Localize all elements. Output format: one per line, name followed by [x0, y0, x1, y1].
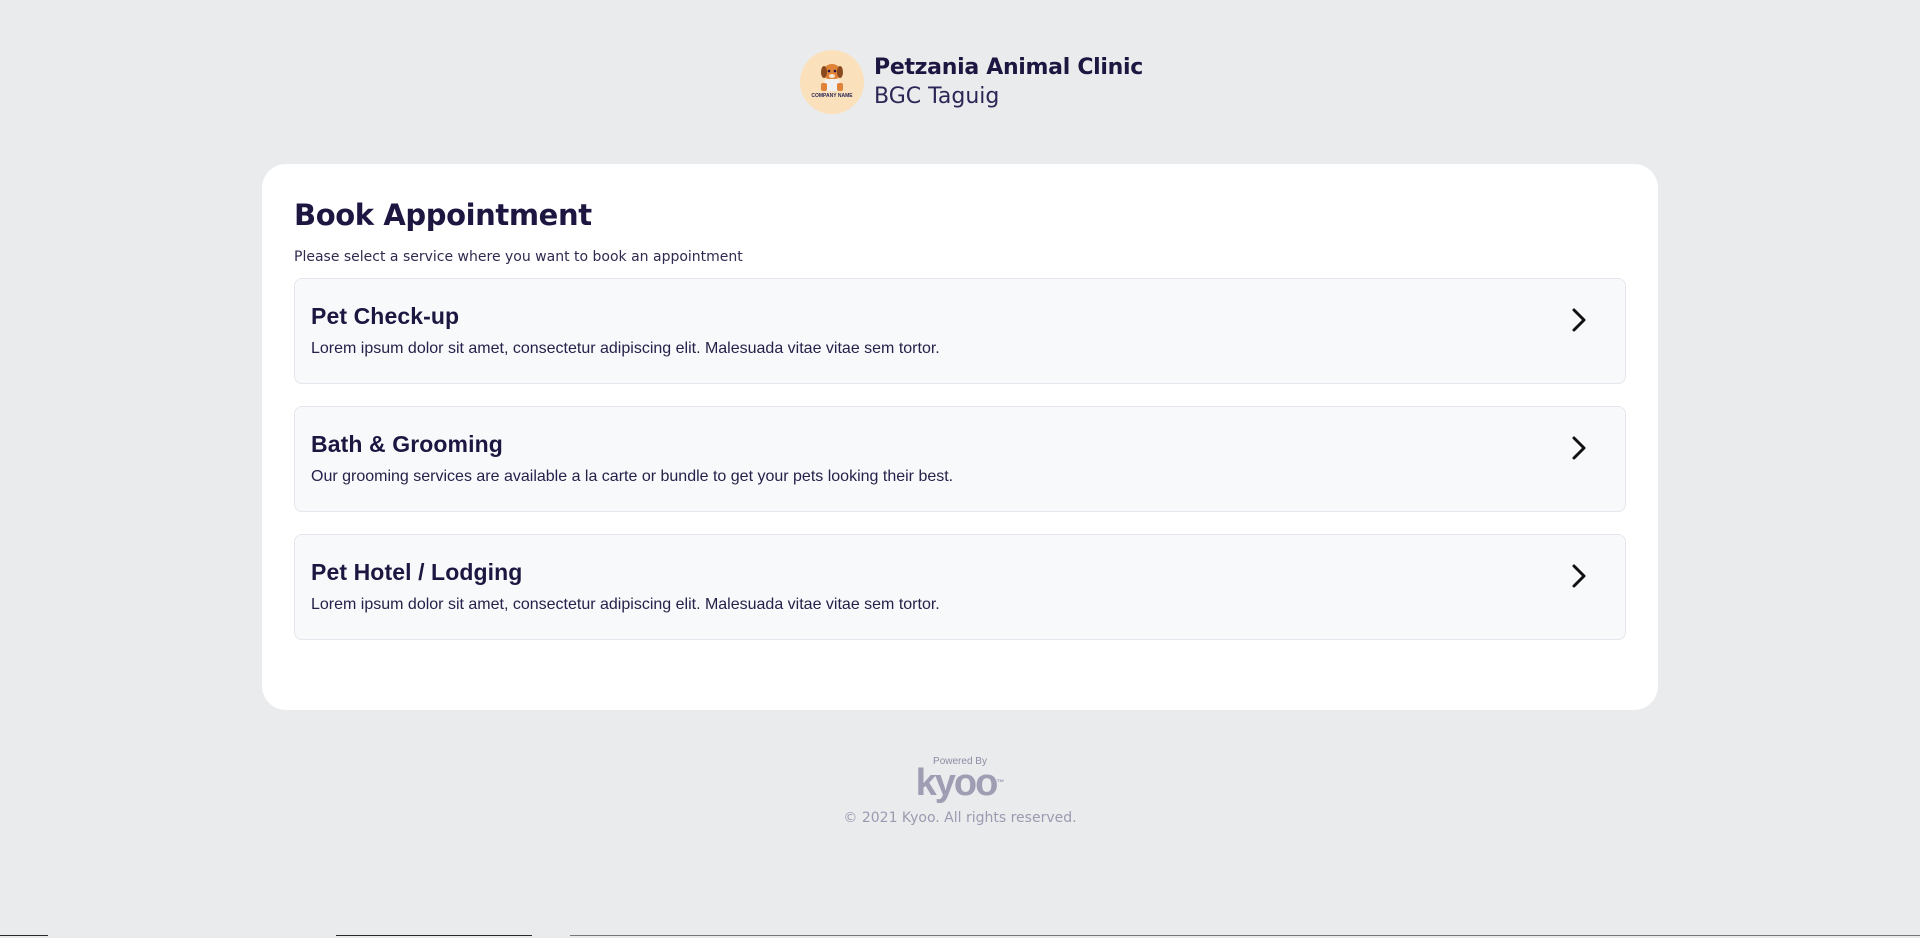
booking-card: Book Appointment Please select a service… — [262, 164, 1658, 710]
dog-logo-icon — [821, 64, 843, 91]
clinic-header: COMPANY NAME Petzania Animal Clinic BGC … — [800, 50, 1143, 114]
service-title: Bath & Grooming — [311, 430, 503, 457]
divider — [336, 935, 532, 936]
trademark: ™ — [996, 778, 1005, 787]
clinic-branch: BGC Taguig — [874, 84, 1000, 109]
kyoo-logo[interactable]: kyoo™ — [916, 764, 1005, 802]
chevron-right-icon[interactable] — [1567, 433, 1591, 463]
service-description: Our grooming services are available a la… — [311, 467, 954, 485]
copyright: © 2021 Kyoo. All rights reserved. — [843, 810, 1077, 826]
service-pet-checkup[interactable]: Pet Check-up Lorem ipsum dolor sit amet,… — [294, 277, 1626, 384]
clinic-name: Petzania Animal Clinic — [874, 54, 1143, 80]
service-description: Lorem ipsum dolor sit amet, consectetur … — [311, 339, 940, 357]
service-title: Pet Hotel / Lodging — [311, 558, 523, 585]
divider — [570, 935, 1920, 936]
logo-caption: COMPANY NAME — [811, 93, 853, 99]
divider — [0, 935, 48, 936]
chevron-right-icon[interactable] — [1567, 561, 1591, 591]
footer: Powered By kyoo™ © 2021 Kyoo. All rights… — [0, 756, 1920, 826]
service-bath-grooming[interactable]: Bath & Grooming Our grooming services ar… — [294, 405, 1626, 512]
service-pet-hotel[interactable]: Pet Hotel / Lodging Lorem ipsum dolor si… — [294, 533, 1626, 640]
page-subtitle: Please select a service where you want t… — [294, 248, 743, 265]
chevron-right-icon[interactable] — [1567, 305, 1591, 335]
service-description: Lorem ipsum dolor sit amet, consectetur … — [311, 595, 940, 613]
page-title: Book Appointment — [294, 198, 592, 232]
brand-name: kyoo — [915, 762, 999, 804]
service-title: Pet Check-up — [311, 302, 460, 329]
clinic-logo: COMPANY NAME — [800, 50, 864, 114]
